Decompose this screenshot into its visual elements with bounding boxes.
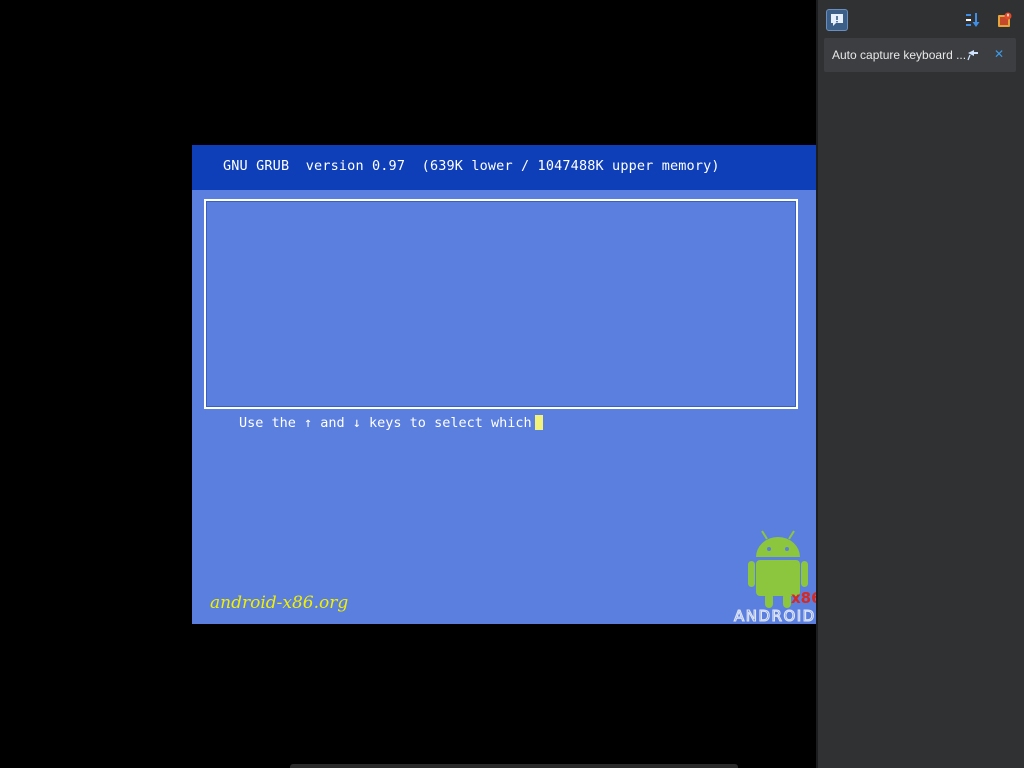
- auto-capture-bar[interactable]: Auto capture keyboard ... ✕: [824, 38, 1016, 72]
- power-button[interactable]: [994, 9, 1016, 31]
- boot-menu-box[interactable]: [204, 199, 798, 409]
- logo-wordmark: ANDROID: [734, 607, 816, 624]
- power-icon: [998, 12, 1012, 27]
- auto-capture-label: Auto capture keyboard ...: [832, 48, 967, 62]
- instruction-text: Use the ↑ and ↓ keys to select which: [239, 415, 532, 431]
- site-label: android-x86.org: [210, 593, 349, 613]
- notification-icon: [831, 14, 843, 26]
- grub-header: GNU GRUB version 0.97 (639K lower / 1047…: [192, 145, 832, 190]
- grub-screen[interactable]: GNU GRUB version 0.97 (639K lower / 1047…: [192, 145, 832, 624]
- text-cursor: [534, 415, 543, 430]
- sort-button[interactable]: [962, 9, 984, 31]
- taskbar-edge: [290, 764, 738, 768]
- desktop: GNU GRUB version 0.97 (639K lower / 1047…: [0, 0, 1024, 768]
- side-panel: Auto capture keyboard ... ✕: [816, 0, 1024, 768]
- sort-icon: [966, 13, 980, 27]
- close-icon[interactable]: ✕: [991, 46, 1007, 62]
- pin-icon[interactable]: [966, 48, 980, 62]
- notification-button[interactable]: [826, 9, 848, 31]
- grub-title: GNU GRUB version 0.97 (639K lower / 1047…: [223, 158, 720, 174]
- grub-instruction: Use the ↑ and ↓ keys to select which: [239, 415, 543, 431]
